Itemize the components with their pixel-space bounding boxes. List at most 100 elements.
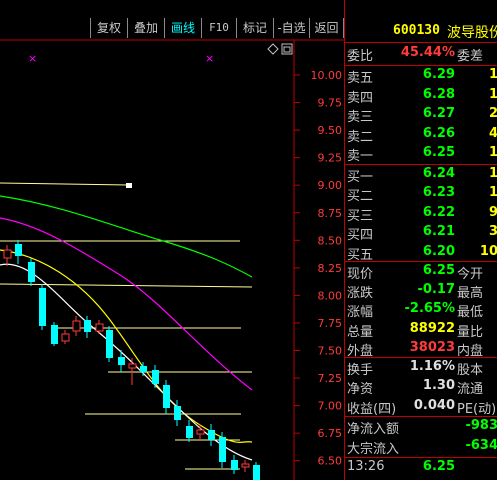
sell-value: 6.25 [422,145,455,161]
price-tick-label: 7.00 [318,400,343,413]
stat2-row: 收益(四) 0.040 PE(动) [345,397,497,417]
price-tick-label: 10.00 [311,69,343,82]
weibi-row: 委比 45.44% 委差 [345,44,497,64]
flow-row: 大宗流入 -634 [345,437,497,457]
candle [152,370,159,384]
sell-row: 卖三 6.27 2 [345,105,497,125]
stat-label: 现价 [347,267,374,282]
stat-label: 涨幅 [347,305,374,321]
buy-label: 买三 [347,208,374,224]
stat2-label-2: PE(动) [457,401,497,417]
buy-volume: 1 [488,185,497,201]
buy-value: 6.21 [422,224,455,240]
price-tick-label: 7.75 [318,317,343,330]
price-tick-label: 9.00 [318,179,343,192]
stat-label-2: 内盘 [457,343,484,359]
candle [72,320,81,332]
candle [174,406,181,420]
price-tick-label: 7.25 [318,372,343,385]
price-tick-label: 9.75 [318,97,343,110]
stat-value: -0.17 [417,282,455,298]
flow-label: 净流入额 [347,422,400,437]
drawn-lines [0,182,253,470]
candle [196,429,205,435]
sell-label: 卖五 [347,71,374,86]
stat-row: 现价 6.25 今开 [345,262,497,282]
stat2-row: 换手 1.16% 股本 [345,358,497,378]
buy-volume: 10 [479,243,497,259]
price-tick-label: 8.75 [318,207,343,220]
buy-label: 买一 [347,170,374,185]
sell-volume: 2 [488,106,497,122]
stat-label-2: 今开 [457,267,484,282]
stat-label: 总量 [347,324,374,340]
stat-value: 38023 [409,339,455,355]
stat-row: 涨跌 -0.17 最高 [345,281,497,301]
sell-label: 卖四 [347,90,374,106]
buy-row: 买一 6.24 1 [345,165,497,185]
price-tick-label: 9.50 [318,124,343,137]
candle [106,330,113,358]
stat-label-2: 量比 [457,324,484,340]
sell-volume: 1 [488,67,497,82]
candle [241,463,250,468]
stat2-value: 1.16% [409,359,455,374]
tick-time: 13:26 [347,459,385,474]
price-tick-label: 9.25 [318,152,343,165]
stat2-label: 换手 [347,363,374,378]
sell-row: 卖四 6.28 1 [345,86,497,106]
restore-window-icon[interactable] [281,43,293,55]
candle [84,320,91,332]
sell-value: 6.29 [422,67,455,82]
stat-label-2: 最低 [457,305,484,321]
stat2-row: 净资 1.30 流通 [345,377,497,397]
tick-row: 13:26 6.25 [345,458,497,478]
buy-row: 买三 6.22 9 [345,204,497,224]
buy-volume: 9 [488,204,497,220]
stat-value: 88922 [409,320,455,336]
buy-volume: 1 [488,166,497,181]
sell-value: 6.27 [422,106,455,122]
diamond-icon[interactable] [267,43,279,55]
candle [61,333,70,342]
marker-x-right: × [205,52,214,65]
sell-volume: 4 [488,125,497,141]
candle [231,460,238,470]
sell-label: 卖二 [347,129,374,145]
stock-header: 600130 波导股份 [345,20,497,42]
weibi-label: 委比 [347,49,374,64]
stat2-label-2: 股本 [457,363,484,378]
stock-terminal-window: 复权 叠加 画线 F10 标记 -自选 返回 × × 10.00 9.75 9.50… [0,0,497,480]
candle [208,430,215,440]
candlestick-chart[interactable]: × × 10.00 9.75 9.50 9.25 9.00 8.75 8.50 8.25 8.0… [0,0,344,480]
buy-value: 6.20 [422,243,455,259]
buy-value: 6.22 [422,204,455,220]
buy-label: 买五 [347,247,374,263]
price-tick-label: 6.50 [318,455,343,468]
buy-row: 买二 6.23 1 [345,184,497,204]
tick-price: 6.25 [422,459,455,474]
price-axis: 10.00 9.75 9.50 9.25 9.00 8.75 8.50 8.25 8.00 7.7… [294,69,342,468]
buy-row: 买五 6.20 10 [345,243,497,263]
sell-row: 卖二 6.26 4 [345,125,497,145]
stat-value: -2.65% [404,301,456,317]
candle [219,437,226,462]
stat-row: 外盘 38023 内盘 [345,339,497,359]
price-tick-label: 6.75 [318,427,343,440]
weibi-value: 45.44% [400,45,455,60]
sell-label: 卖三 [347,110,374,126]
sell-label: 卖一 [347,149,374,165]
stat-row: 涨幅 -2.65% 最低 [345,300,497,320]
candle [163,385,170,408]
sell-value: 6.26 [422,125,455,141]
candles [3,240,260,480]
candle [140,366,147,372]
stat-row: 总量 88922 量比 [345,320,497,340]
candle [28,262,35,282]
stock-name: 波导股份 [447,25,497,41]
candle [15,244,22,256]
candle [95,323,104,332]
flow-label: 大宗流入 [347,442,400,457]
stat-label-2: 最高 [457,286,484,302]
ma60-line [0,195,253,278]
